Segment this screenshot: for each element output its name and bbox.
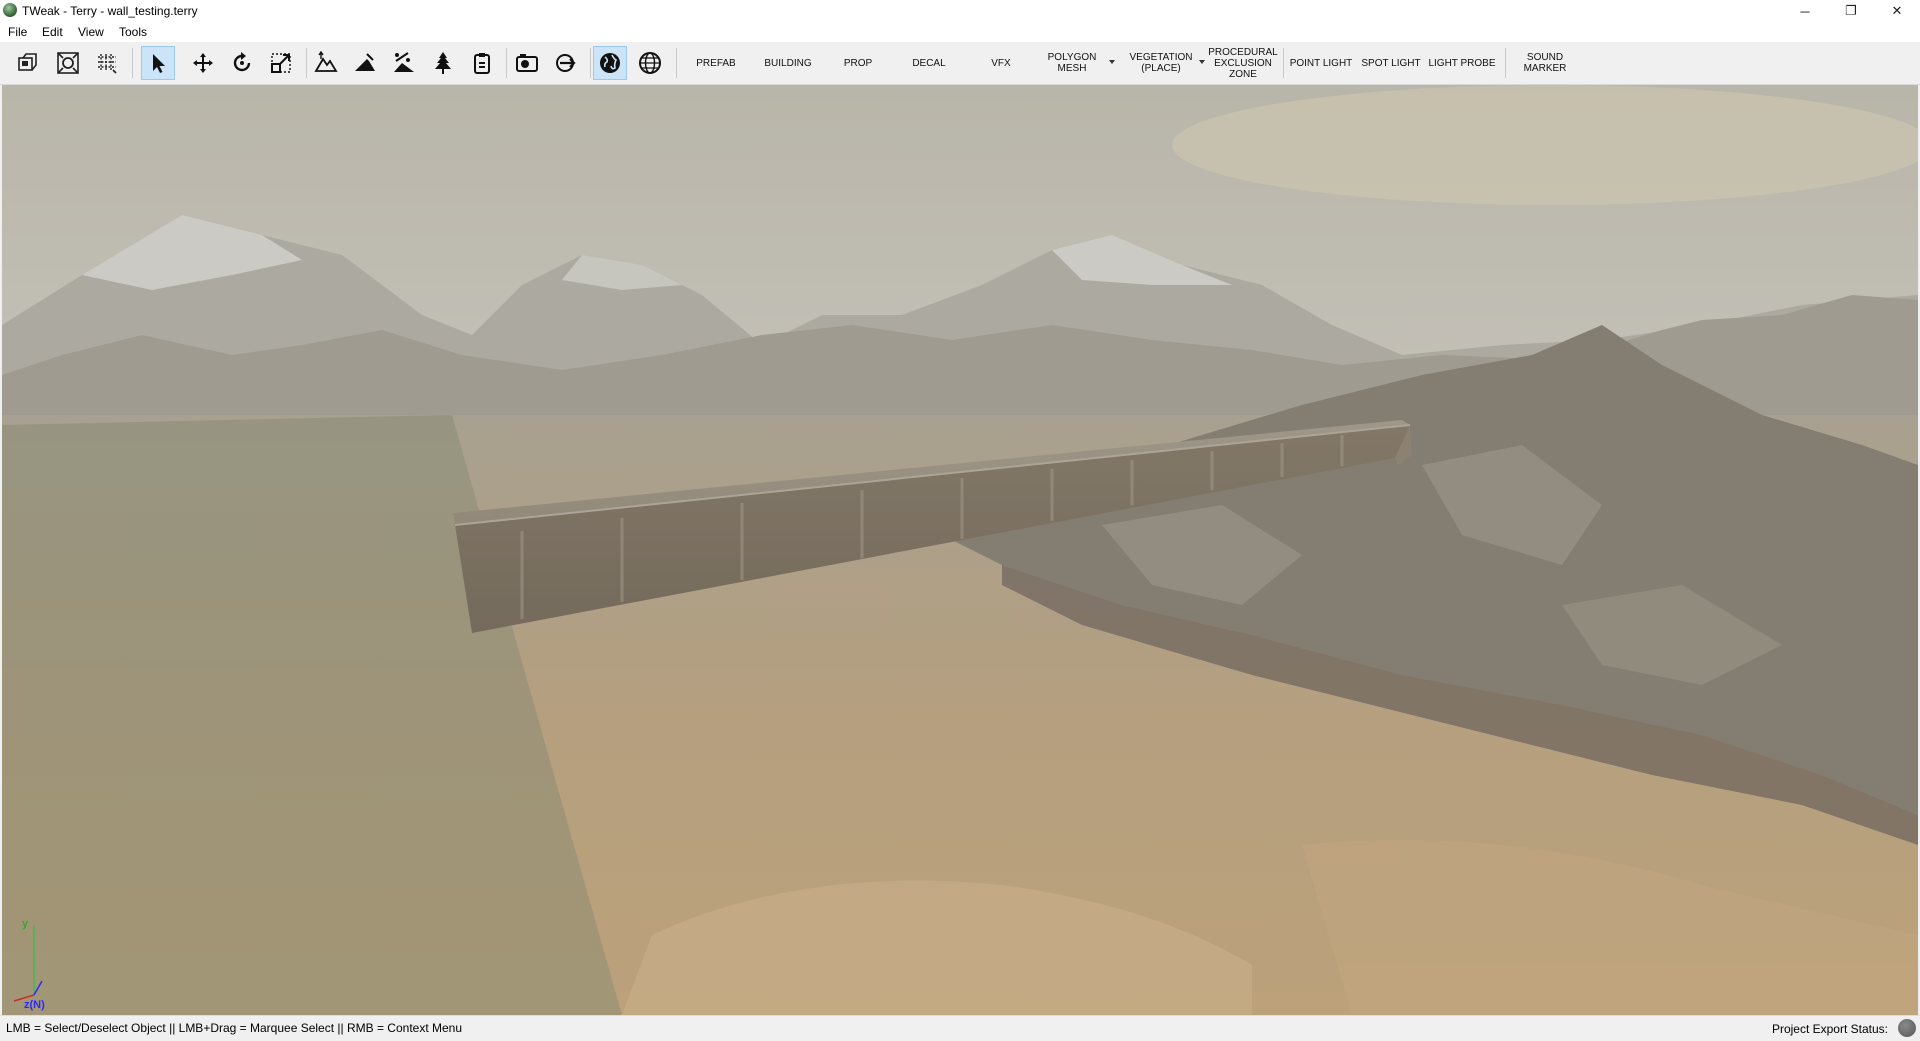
world-view-icon — [600, 53, 620, 73]
grid-toggle-icon — [98, 54, 117, 74]
grid-sphere-button[interactable] — [633, 46, 667, 80]
menu-view[interactable]: View — [78, 25, 104, 39]
terrain-flatten-icon — [355, 53, 375, 71]
move-tool-icon — [193, 53, 213, 73]
export-arrow-icon — [556, 54, 576, 72]
tree-paint-icon — [435, 52, 451, 74]
building-button[interactable]: BUILDING — [752, 46, 824, 80]
select-tool-icon — [153, 54, 165, 73]
vegetation-dropdown-arrow-icon[interactable] — [1199, 60, 1205, 64]
polygon-mesh-dropdown-arrow-icon[interactable] — [1109, 60, 1115, 64]
rotate-tool-icon — [233, 52, 251, 72]
point-light-button[interactable]: POINT LIGHT — [1286, 46, 1356, 80]
scale-tool-button[interactable] — [264, 46, 298, 80]
prop-button[interactable]: PROP — [822, 46, 894, 80]
3d-viewport[interactable]: y z(N) — [2, 85, 1918, 1015]
terrain-smooth-button[interactable] — [387, 46, 421, 80]
restore-button[interactable]: ❐ — [1828, 0, 1874, 22]
prefab-button[interactable]: PREFAB — [680, 46, 752, 80]
grid-toggle-button[interactable] — [90, 46, 124, 80]
camera-view-button[interactable] — [11, 46, 45, 80]
toolbar-separator — [1283, 48, 1284, 78]
menu-tools[interactable]: Tools — [119, 25, 147, 39]
polygon-mesh-button[interactable]: POLYGON MESH — [1037, 46, 1107, 80]
spot-light-button[interactable]: SPOT LIGHT — [1356, 46, 1426, 80]
toolbar-separator — [1505, 48, 1506, 78]
window-title: TWeak - Terry - wall_testing.terry — [22, 4, 198, 18]
procedural-exclusion-zone-button[interactable]: PROCEDURAL EXCLUSION ZONE — [1206, 46, 1280, 80]
toolbar-separator — [506, 48, 507, 78]
terrain-raise-button[interactable] — [309, 46, 343, 80]
move-tool-button[interactable] — [186, 46, 220, 80]
axis-z-label: z(N) — [24, 999, 45, 1011]
terrain-scene — [2, 85, 1918, 1015]
clipboard-icon — [474, 53, 490, 74]
toolbar-separator — [676, 48, 677, 78]
scale-tool-icon — [271, 53, 291, 73]
vegetation-place-button[interactable]: VEGETATION (PLACE) — [1122, 46, 1200, 80]
toolbar-separator — [306, 48, 307, 78]
export-status-indicator-icon — [1898, 1019, 1916, 1037]
select-tool-button[interactable] — [141, 46, 175, 80]
camera-view-icon — [18, 53, 37, 71]
grid-sphere-icon — [639, 52, 661, 74]
camera-capture-icon — [516, 54, 538, 72]
terrain-flatten-button[interactable] — [348, 46, 382, 80]
app-logo-icon — [3, 3, 17, 17]
minimize-button[interactable]: ─ — [1782, 0, 1828, 22]
menu-bar: File Edit View Tools — [0, 22, 1920, 42]
toolbar: PREFAB BUILDING PROP DECAL VFX POLYGON M… — [0, 42, 1920, 85]
axis-y-label: y — [22, 918, 29, 930]
light-probe-button[interactable]: LIGHT PROBE — [1426, 46, 1498, 80]
export-button[interactable] — [549, 46, 583, 80]
close-button[interactable]: ✕ — [1874, 0, 1920, 22]
menu-edit[interactable]: Edit — [42, 25, 63, 39]
vfx-button[interactable]: VFX — [965, 46, 1037, 80]
title-bar: TWeak - Terry - wall_testing.terry ─ ❐ ✕ — [0, 0, 1920, 22]
status-bar: LMB = Select/Deselect Object || LMB+Drag… — [0, 1015, 1920, 1041]
menu-file[interactable]: File — [8, 25, 27, 39]
export-status-label: Project Export Status: — [1771, 1022, 1888, 1036]
rotate-tool-button[interactable] — [225, 46, 259, 80]
toolbar-separator — [590, 48, 591, 78]
zoom-extents-button[interactable] — [51, 46, 85, 80]
camera-capture-button[interactable] — [510, 46, 544, 80]
terrain-raise-icon — [314, 51, 338, 72]
tree-paint-button[interactable] — [426, 46, 460, 80]
mouse-hint-text: LMB = Select/Deselect Object || LMB+Drag… — [6, 1021, 463, 1035]
toolbar-separator — [132, 48, 133, 78]
decal-button[interactable]: DECAL — [893, 46, 965, 80]
clipboard-button[interactable] — [465, 46, 499, 80]
world-view-button[interactable] — [593, 46, 627, 80]
sound-marker-button[interactable]: SOUND MARKER — [1510, 46, 1580, 80]
axis-gizmo-icon — [13, 925, 43, 1002]
terrain-smooth-icon — [394, 52, 414, 72]
zoom-extents-icon — [57, 52, 79, 74]
